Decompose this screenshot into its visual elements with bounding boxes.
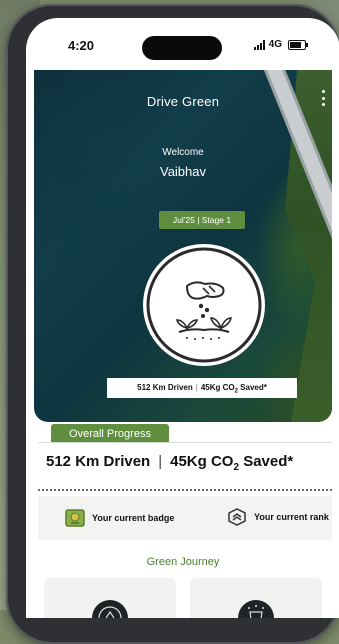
journey-trophy-icon [238, 600, 274, 618]
battery-icon [288, 39, 308, 50]
seed-sowing-icon [146, 247, 262, 363]
current-rank-label: Your current rank [254, 512, 329, 522]
green-journey-title: Green Journey [146, 556, 220, 568]
phone-frame: 4:20 4G Drive Green Welcome Vaibhav Jul'… [6, 4, 339, 644]
forest-shore [285, 70, 332, 422]
rank-icon [228, 508, 246, 526]
status-time: 4:20 [68, 38, 95, 53]
overall-progress-card: 512 Km Driven | 45Kg CO2 Saved* [38, 442, 332, 491]
user-name: Vaibhav [159, 164, 206, 179]
current-badge-label: Your current badge [92, 513, 175, 523]
badge-rank-row: Your current badge Your current rank [38, 496, 332, 540]
status-indicators: 4G [253, 39, 308, 50]
hero-co2-saved: 45Kg CO2 Saved* [200, 383, 267, 395]
dynamic-island [142, 36, 222, 60]
badge-icon [65, 509, 85, 527]
app-screen: 4:20 4G Drive Green Welcome Vaibhav Jul'… [26, 18, 339, 618]
hero-km-driven: 512 Km Driven [137, 383, 193, 392]
co2-saved: 45Kg CO2 Saved* [170, 453, 294, 473]
badge-emblem [143, 244, 265, 366]
journey-card-1[interactable] [44, 578, 176, 618]
current-rank-item[interactable]: Your current rank [226, 508, 329, 526]
km-driven: 512 Km Driven [46, 453, 151, 470]
stage-badge: Jul'25 | Stage 1 [159, 211, 245, 229]
journey-card-2[interactable] [190, 578, 322, 618]
welcome-label: Welcome [162, 147, 204, 158]
hero-banner: Drive Green Welcome Vaibhav Jul'25 | Sta… [34, 70, 332, 422]
current-badge-item[interactable]: Your current badge [64, 508, 174, 528]
network-label: 4G [268, 39, 282, 50]
overall-progress-stats: 512 Km Driven | 45Kg CO2 Saved* [46, 453, 294, 473]
journey-badge-icon [92, 600, 128, 618]
hero-stats-strip: 512 Km Driven | 45Kg CO2 Saved* [107, 378, 297, 398]
signal-icon [253, 39, 265, 50]
more-options-icon[interactable] [322, 90, 326, 106]
overall-progress-tab[interactable]: Overall Progress [51, 424, 169, 444]
app-title: Drive Green [146, 94, 220, 109]
status-bar: 4:20 4G [26, 18, 339, 68]
